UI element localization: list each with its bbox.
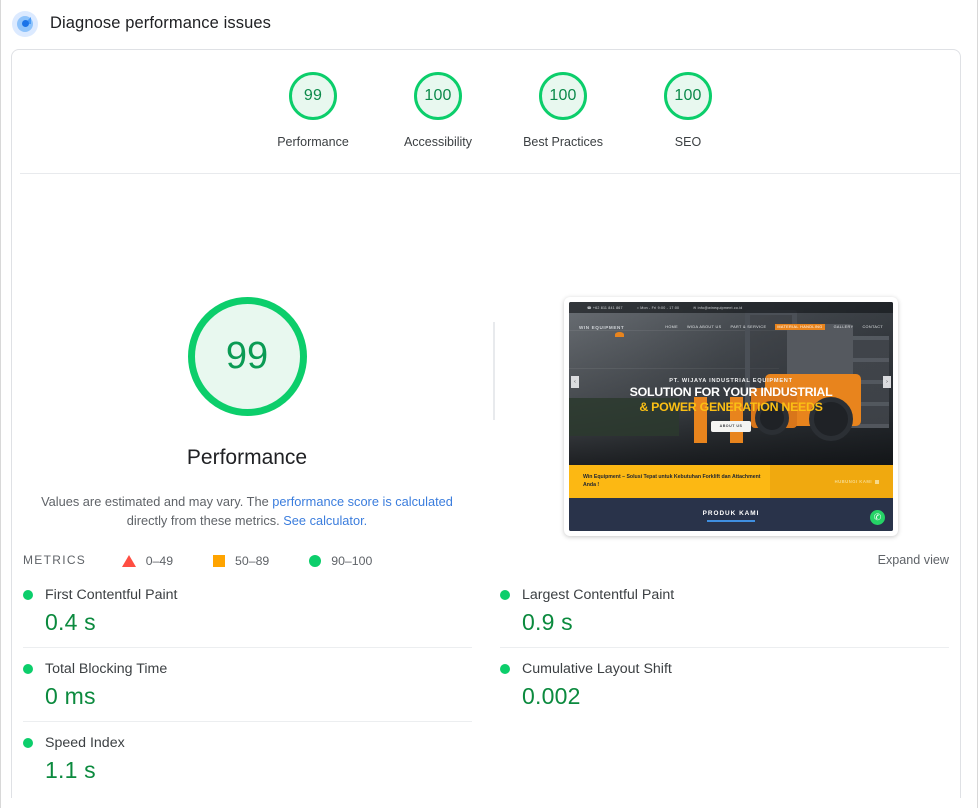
performance-score-link[interactable]: performance score is calculated <box>272 494 453 509</box>
metric-value: 0 ms <box>45 683 472 710</box>
status-dot-pass-icon <box>23 590 33 600</box>
gauge-best-practices: 100 <box>539 72 587 120</box>
see-calculator-link[interactable]: See calculator. <box>283 513 367 528</box>
metrics-header: METRICS Expand view <box>23 553 949 567</box>
gauge-accessibility: 100 <box>414 72 462 120</box>
topbar-phone: ☎ +62 811 841 867 <box>587 306 623 310</box>
metrics-grid: First Contentful Paint 0.4 s Total Block… <box>23 574 949 795</box>
screenshot-topbar: ☎ +62 811 841 867 ○ Mon - Fri 9:00 - 17:… <box>569 302 893 313</box>
performance-gauge-label: Performance <box>187 446 307 470</box>
lighthouse-icon <box>12 11 38 37</box>
metric-row[interactable]: Speed Index 1.1 s <box>23 722 472 795</box>
status-dot-pass-icon <box>23 738 33 748</box>
status-dot-pass-icon <box>500 664 510 674</box>
metrics-column-right: Largest Contentful Paint 0.9 s Cumulativ… <box>500 574 949 795</box>
metric-row[interactable]: Total Blocking Time 0 ms <box>23 648 472 722</box>
score-item-seo[interactable]: 100 SEO <box>653 72 723 149</box>
whatsapp-icon: ✆ <box>870 510 885 525</box>
metric-value: 0.002 <box>522 683 949 710</box>
hero-kicker: PT. WIJAYA INDUSTRIAL EQUIPMENT <box>569 378 893 384</box>
score-label-performance: Performance <box>277 135 349 149</box>
screenshot-products-section: PRODUK KAMI ✆ <box>569 498 893 531</box>
metric-name: Speed Index <box>45 735 125 751</box>
metric-name: Largest Contentful Paint <box>522 587 674 603</box>
divider-vertical <box>493 322 495 420</box>
gauge-seo: 100 <box>664 72 712 120</box>
metric-name: Total Blocking Time <box>45 661 167 677</box>
metric-row[interactable]: Cumulative Layout Shift 0.002 <box>500 648 949 721</box>
nav-item-gallery: GALLERY <box>834 325 854 329</box>
performance-gauge-column: 99 Performance Values are estimated and … <box>12 297 482 568</box>
metric-value: 0.9 s <box>522 609 949 636</box>
metric-row[interactable]: First Contentful Paint 0.4 s <box>23 574 472 648</box>
site-nav: HOME WIDA ABOUT US PART & SERVICE MATERI… <box>665 324 883 330</box>
description-text-2: directly from these metrics. <box>127 513 283 528</box>
report-header: Diagnose performance issues <box>0 0 978 47</box>
metrics-title: METRICS <box>23 553 86 567</box>
hero-headline-line1: SOLUTION FOR YOUR INDUSTRIAL <box>569 386 893 400</box>
cta-band-button: HUBUNGI KAMI <box>835 479 879 484</box>
brand-mark-icon <box>615 332 624 337</box>
score-item-accessibility[interactable]: 100 Accessibility <box>403 72 473 149</box>
score-summary-row: 99 Performance 100 Accessibility 100 Bes… <box>12 50 960 149</box>
metric-value: 1.1 s <box>45 757 472 784</box>
score-item-best-practices[interactable]: 100 Best Practices <box>528 72 598 149</box>
products-title-underline <box>707 520 755 522</box>
page-screenshot: ☎ +62 811 841 867 ○ Mon - Fri 9:00 - 17:… <box>569 302 893 531</box>
performance-description: Values are estimated and may vary. The p… <box>37 492 457 530</box>
description-text-1: Values are estimated and may vary. The <box>41 494 272 509</box>
status-dot-pass-icon <box>500 590 510 600</box>
page-edge-left <box>0 0 1 808</box>
metric-name: First Contentful Paint <box>45 587 177 603</box>
page-screenshot-wrapper: ☎ +62 811 841 867 ○ Mon - Fri 9:00 - 17:… <box>564 297 898 536</box>
report-panel: 99 Performance 100 Accessibility 100 Bes… <box>11 49 961 798</box>
nav-item-part-service: PART & SERVICE <box>731 325 767 329</box>
nav-item-about: WIDA ABOUT US <box>687 325 721 329</box>
metrics-column-left: First Contentful Paint 0.4 s Total Block… <box>23 574 472 795</box>
products-section-title: PRODUK KAMI <box>703 510 760 517</box>
site-brand: WIN EQUIPMENT <box>579 325 624 330</box>
metric-value: 0.4 s <box>45 609 472 636</box>
page-screenshot-card[interactable]: ☎ +62 811 841 867 ○ Mon - Fri 9:00 - 17:… <box>564 297 898 536</box>
score-label-seo: SEO <box>675 135 701 149</box>
screenshot-navbar: WIN EQUIPMENT HOME WIDA ABOUT US PART & … <box>569 320 893 334</box>
cta-band-text: Win Equipment – Solusi Tepat untuk Kebut… <box>583 474 773 489</box>
nav-item-home: HOME <box>665 325 678 329</box>
score-label-accessibility: Accessibility <box>404 135 472 149</box>
performance-gauge-large: 99 <box>188 297 307 416</box>
cta-band-button-label: HUBUNGI KAMI <box>835 479 872 484</box>
expand-view-button[interactable]: Expand view <box>878 553 949 567</box>
page-title: Diagnose performance issues <box>50 14 271 33</box>
gauge-performance: 99 <box>289 72 337 120</box>
hero-headline-line2: & POWER GENERATION NEEDS <box>569 400 893 414</box>
divider-top <box>20 173 960 174</box>
topbar-hours: ○ Mon - Fri 9:00 - 17:00 <box>637 306 680 310</box>
score-item-performance[interactable]: 99 Performance <box>278 72 348 149</box>
score-label-best-practices: Best Practices <box>523 135 603 149</box>
status-dot-pass-icon <box>23 664 33 674</box>
hero-about-button: ABOUT US <box>711 421 751 432</box>
metric-row[interactable]: Largest Contentful Paint 0.9 s <box>500 574 949 648</box>
lighthouse-needle-icon <box>24 17 31 24</box>
screenshot-hero-text: PT. WIJAYA INDUSTRIAL EQUIPMENT SOLUTION… <box>569 378 893 432</box>
nav-item-contact: CONTACT <box>862 325 883 329</box>
metric-name: Cumulative Layout Shift <box>522 661 672 677</box>
nav-item-material-handling: MATERIAL HANDLING <box>775 324 824 330</box>
arrow-right-icon <box>875 480 879 484</box>
topbar-email: ✉ info@winequipment.co.id <box>693 306 742 310</box>
screenshot-cta-band: Win Equipment – Solusi Tepat untuk Kebut… <box>569 465 893 498</box>
